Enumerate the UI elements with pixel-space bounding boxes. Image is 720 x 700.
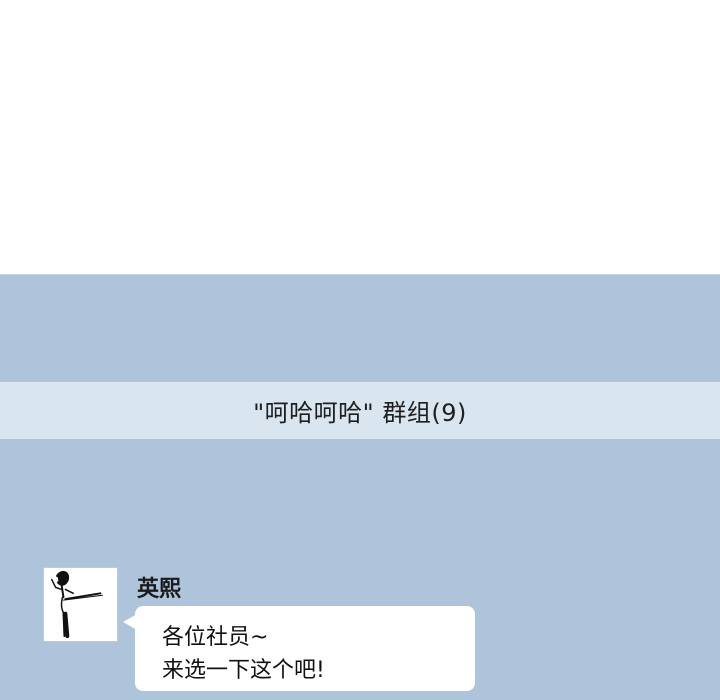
bubble-tail <box>123 614 137 630</box>
chat-screen: "呵哈呵哈" 群组(9) 英熙 各位社员~ 来选一下这个吧! <box>0 0 720 700</box>
message-bubble[interactable]: 各位社员~ 来选一下这个吧! <box>123 606 475 691</box>
message-line-1: 各位社员~ <box>162 625 269 650</box>
top-blank-area <box>0 0 720 274</box>
message-line-2: 来选一下这个吧! <box>162 658 325 683</box>
group-title: "呵哈呵哈" 群组(9) <box>253 399 467 427</box>
kicking-figure-avatar-icon <box>51 570 103 639</box>
avatar[interactable] <box>43 567 118 642</box>
group-banner: "呵哈呵哈" 群组(9) <box>0 382 720 439</box>
sender-name: 英熙 <box>137 577 182 602</box>
